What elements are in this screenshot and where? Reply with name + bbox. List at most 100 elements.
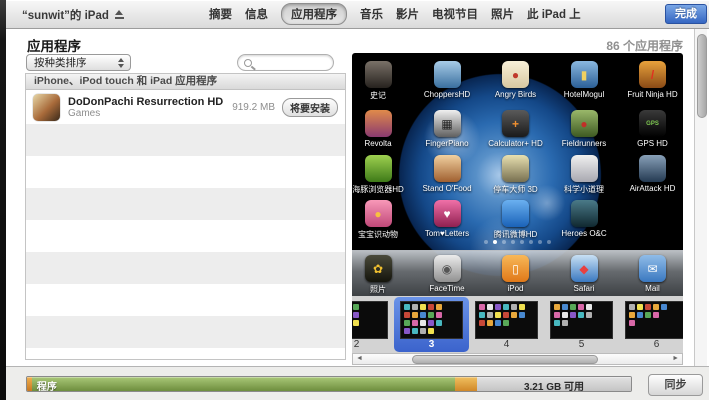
app-shiji[interactable]: 史记 [352,61,408,101]
thumb-row [629,312,683,320]
thumb-app-dot [420,328,426,334]
app-label: AirAttack HD [623,184,683,193]
page-tile-3[interactable]: 3 [394,297,469,352]
app-tencent-weibo-hd[interactable]: 腾讯微博HD [486,200,546,240]
thumb-app-dot [487,312,493,318]
app-heroes-oc[interactable]: Heroes O&C [554,200,614,238]
page-dot [547,240,551,244]
up-down-arrows-icon [116,56,127,70]
app-angry-birds[interactable]: ●Angry Birds [486,61,546,99]
app-stand-o-food[interactable]: Stand O'Food [417,155,477,193]
tab-影片[interactable]: 影片 [396,6,419,22]
thumb-app-dot [479,312,485,318]
vertical-scrollbar[interactable] [694,29,707,366]
sort-dropdown[interactable]: 按种类排序 [26,54,131,71]
page-title: 应用程序 [27,35,81,55]
app-tom-letters[interactable]: ♥Tom♥Letters [417,200,477,238]
app-meta: DoDonPachi Resurrection HD Games [68,96,223,119]
app-photos[interactable]: ✿照片 [352,255,408,295]
app-airattack-hd[interactable]: AirAttack HD [623,155,683,193]
app-list-row[interactable]: DoDonPachi Resurrection HD Games 919.2 M… [26,90,345,124]
app-choppers-hd[interactable]: ChoppersHD [417,61,477,99]
scroll-right-icon[interactable]: ► [672,354,679,364]
pages-horizontal-scrollbar[interactable]: ◄ ► [352,353,683,365]
thumb-app-dot [554,320,560,326]
app-label: GPS HD [623,139,683,148]
app-science-tips[interactable]: 科学小道理 [554,155,614,195]
tab-此 iPad 上[interactable]: 此 iPad 上 [527,6,581,22]
app-facetime[interactable]: ◉FaceTime [417,255,477,293]
app-parking-master-3d[interactable]: 停车大师 3D [486,155,546,195]
scroll-left-icon[interactable]: ◄ [356,354,363,364]
tab-应用程序[interactable]: 应用程序 [281,3,347,25]
page-number: 4 [469,339,544,350]
app-label: Angry Birds [486,90,546,99]
thumb-row [629,320,683,328]
thumb-app-dot [428,328,434,334]
safari-icon: ◆ [571,255,598,282]
app-hotel-mogul[interactable]: ▮HotelMogul [554,61,614,99]
thumb-row [479,312,537,320]
thumb-row [352,328,387,336]
app-baby-animals[interactable]: ●宝宝识动物 [352,200,408,240]
page-dots [352,240,683,244]
thumb-app-dot [653,304,659,310]
thumb-app-dot [353,304,359,310]
thumb-app-dot [479,304,485,310]
app-fieldrunners[interactable]: ●Fieldrunners [554,110,614,148]
thumb-app-dot [420,304,426,310]
app-label: 史记 [352,90,408,101]
desktop-background-sliver [0,0,6,400]
done-button[interactable]: 完成 [665,4,707,24]
page-tile-5[interactable]: 5 [544,297,619,352]
thumb-app-dot [404,304,410,310]
calculator-hd-icon: + [502,110,529,137]
app-fingerpiano[interactable]: ▦FingerPiano [417,110,477,148]
app-safari[interactable]: ◆Safari [554,255,614,293]
app-dolphin-browser-hd[interactable]: 海豚浏览器HD [352,155,408,195]
thumb-app-dot [436,304,442,310]
tab-照片[interactable]: 照片 [491,6,514,22]
thumb-app-dot [511,312,517,318]
thumb-app-dot [428,320,434,326]
thumb-app-dot [353,312,359,318]
page-thumbnail [400,301,463,339]
fingerpiano-icon: ▦ [434,110,461,137]
page-thumbnail [352,301,388,339]
thumb-row [479,304,537,312]
search-field[interactable] [237,54,334,71]
app-revolta[interactable]: Revolta [352,110,408,148]
page-tile-6[interactable]: 6 [619,297,683,352]
app-gps-hd[interactable]: GPSGPS HD [623,110,683,148]
page-tile-4[interactable]: 4 [469,297,544,352]
app-calculator-hd[interactable]: +Calculator+ HD [486,110,546,148]
app-genre: Games [68,108,223,119]
thumb-app-dot [412,304,418,310]
page-tile-2[interactable]: 2 [352,297,394,352]
thumb-app-dot [661,304,667,310]
vertical-scrollbar-thumb[interactable] [697,34,707,118]
list-empty-row [26,252,345,284]
ipad-screen-preview: 史记 ChoppersHD●Angry Birds▮HotelMogul/Frui… [352,53,683,296]
tab-电视节目[interactable]: 电视节目 [432,6,478,22]
tab-摘要[interactable]: 摘要 [209,6,232,22]
sync-button[interactable]: 同步 [648,374,703,396]
app-name: DoDonPachi Resurrection HD [68,96,223,108]
thumb-app-dot [436,312,442,318]
tab-信息[interactable]: 信息 [245,6,268,22]
eject-icon[interactable] [115,10,124,20]
tab-音乐[interactable]: 音乐 [360,6,383,22]
install-state-button[interactable]: 将要安装 [282,98,338,117]
app-fruit-ninja-hd[interactable]: /Fruit Ninja HD [623,61,683,99]
thumb-app-dot [487,304,493,310]
page-number: 2 [352,339,394,350]
app-ipod[interactable]: ▯iPod [486,255,546,293]
dodonpachi-app-icon [33,94,60,121]
search-input[interactable] [256,56,332,71]
app-label: Stand O'Food [417,184,477,193]
horizontal-scrollbar-thumb[interactable] [412,355,598,364]
thumb-app-dot [629,320,635,326]
app-mail[interactable]: ✉Mail [623,255,683,293]
thumb-row [404,328,462,336]
page-dot [493,240,497,244]
